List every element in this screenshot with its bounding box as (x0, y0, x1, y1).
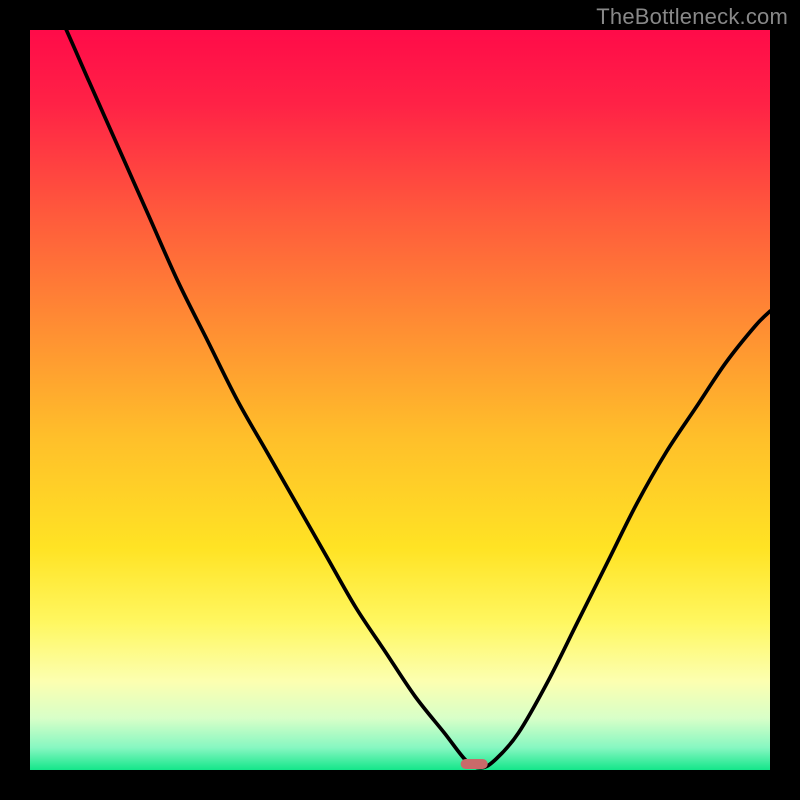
bottleneck-curve (30, 30, 770, 768)
chart-stage: TheBottleneck.com (0, 0, 800, 800)
bottleneck-marker (461, 759, 488, 769)
plot-area (30, 30, 770, 770)
watermark-text: TheBottleneck.com (596, 4, 788, 30)
curve-layer (30, 30, 770, 770)
